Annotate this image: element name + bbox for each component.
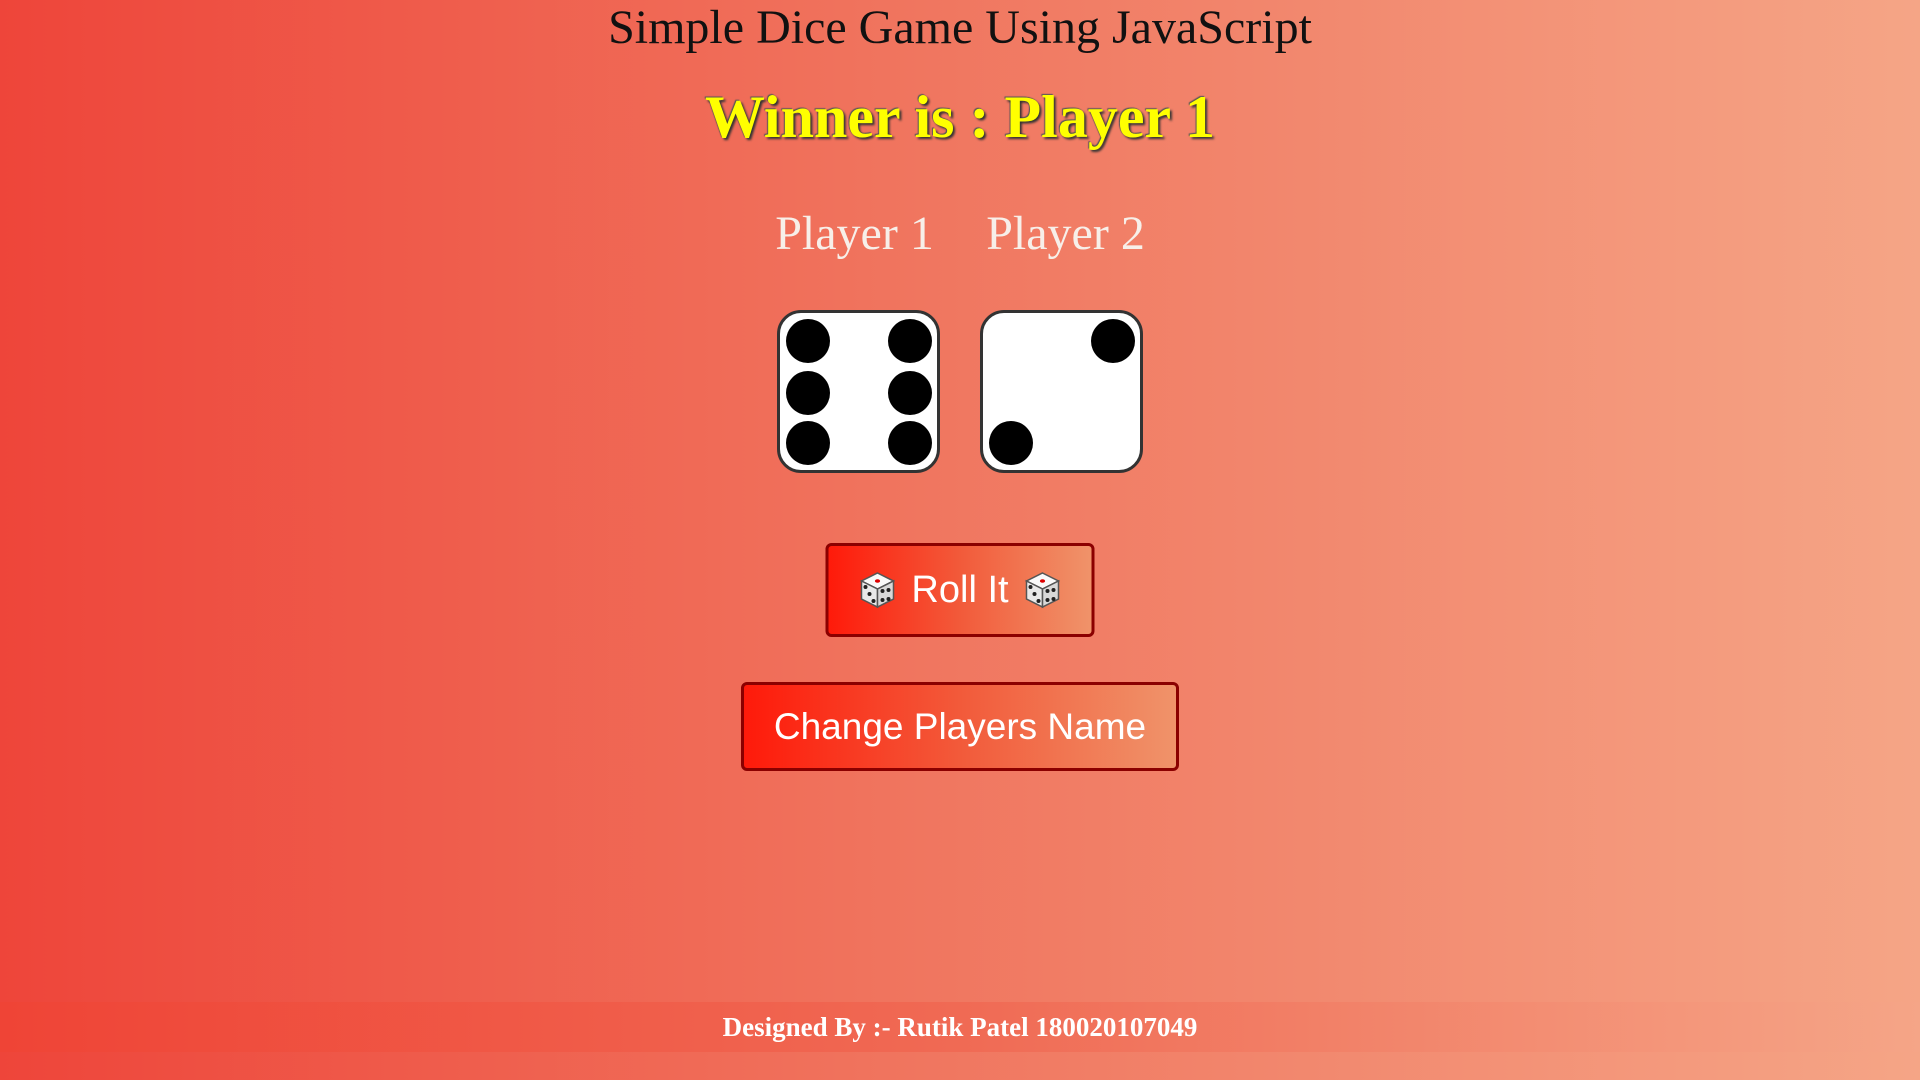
page-title: Simple Dice Game Using JavaScript [608,1,1312,54]
die-pip [786,319,830,363]
dice-row [0,310,1920,473]
player-1-die [777,310,940,473]
player-1-column: Player 1 [773,206,936,262]
player-names: Player 1 Player 2 [0,206,1920,262]
player-2-die [980,310,1143,473]
die-pip [1091,319,1135,363]
die-pip [888,421,932,465]
dice-icon [1024,572,1061,609]
player-2-column: Player 2 [984,206,1147,262]
footer: Designed By :- Rutik Patel 180020107049 [0,1002,1920,1052]
change-names-button[interactable]: Change Players Name [741,682,1179,771]
die-pip [888,371,932,415]
player-1-name: Player 1 [775,207,934,260]
player-2-name: Player 2 [986,207,1145,260]
die-pip [786,371,830,415]
die-pip [989,421,1033,465]
change-names-button-label: Change Players Name [773,705,1147,747]
die-pip [888,319,932,363]
dice-icon [859,572,896,609]
roll-button-label: Roll It [911,568,1009,611]
footer-credit: Designed By :- Rutik Patel 180020107049 [722,1012,1198,1042]
die-pip [786,421,830,465]
winner-heading: Winner is : Player 1 [705,84,1215,150]
roll-button[interactable]: Roll It [825,543,1095,637]
